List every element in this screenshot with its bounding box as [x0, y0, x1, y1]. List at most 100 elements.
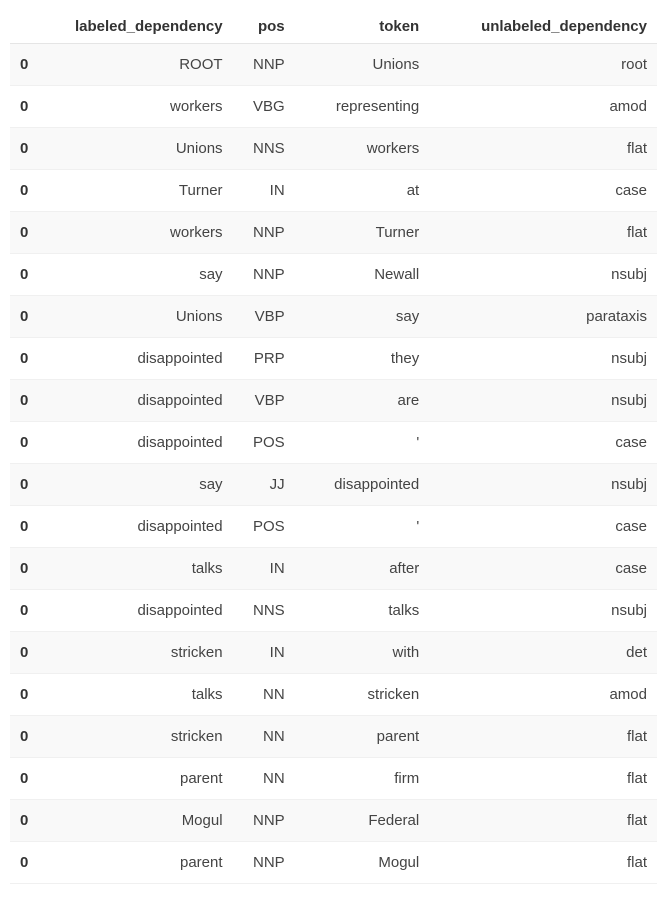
cell-pos: NNP	[233, 212, 295, 254]
cell-labeled-dependency: parent	[41, 842, 233, 884]
cell-unlabeled-dependency: case	[429, 506, 657, 548]
table-row: 0ROOTNNPUnionsroot	[10, 44, 657, 86]
cell-index: 0	[10, 674, 41, 716]
dependency-table: labeled_dependency pos token unlabeled_d…	[10, 10, 657, 884]
table-row: 0sayNNPNewallnsubj	[10, 254, 657, 296]
cell-pos: IN	[233, 632, 295, 674]
cell-labeled-dependency: Mogul	[41, 800, 233, 842]
cell-token: talks	[295, 590, 430, 632]
cell-pos: NN	[233, 716, 295, 758]
cell-labeled-dependency: disappointed	[41, 506, 233, 548]
cell-token: after	[295, 548, 430, 590]
cell-token: Federal	[295, 800, 430, 842]
cell-unlabeled-dependency: nsubj	[429, 464, 657, 506]
cell-index: 0	[10, 632, 41, 674]
cell-token: representing	[295, 86, 430, 128]
cell-unlabeled-dependency: nsubj	[429, 254, 657, 296]
cell-labeled-dependency: stricken	[41, 632, 233, 674]
header-index	[10, 10, 41, 44]
cell-pos: VBP	[233, 380, 295, 422]
cell-unlabeled-dependency: nsubj	[429, 338, 657, 380]
header-pos: pos	[233, 10, 295, 44]
cell-token: parent	[295, 716, 430, 758]
table-row: 0workersNNPTurnerflat	[10, 212, 657, 254]
cell-unlabeled-dependency: case	[429, 548, 657, 590]
cell-labeled-dependency: say	[41, 464, 233, 506]
cell-unlabeled-dependency: flat	[429, 800, 657, 842]
cell-pos: IN	[233, 548, 295, 590]
cell-labeled-dependency: disappointed	[41, 590, 233, 632]
cell-labeled-dependency: say	[41, 254, 233, 296]
table-row: 0talksNNstrickenamod	[10, 674, 657, 716]
cell-unlabeled-dependency: case	[429, 422, 657, 464]
cell-token: workers	[295, 128, 430, 170]
cell-unlabeled-dependency: nsubj	[429, 590, 657, 632]
table-header-row: labeled_dependency pos token unlabeled_d…	[10, 10, 657, 44]
cell-unlabeled-dependency: flat	[429, 212, 657, 254]
table-row: 0talksINaftercase	[10, 548, 657, 590]
cell-index: 0	[10, 254, 41, 296]
cell-token: Turner	[295, 212, 430, 254]
cell-index: 0	[10, 338, 41, 380]
table-row: 0TurnerINatcase	[10, 170, 657, 212]
cell-index: 0	[10, 86, 41, 128]
cell-labeled-dependency: ROOT	[41, 44, 233, 86]
cell-pos: POS	[233, 506, 295, 548]
cell-unlabeled-dependency: flat	[429, 758, 657, 800]
cell-pos: NNP	[233, 842, 295, 884]
table-body: 0ROOTNNPUnionsroot0workersVBGrepresentin…	[10, 44, 657, 884]
cell-labeled-dependency: workers	[41, 212, 233, 254]
cell-labeled-dependency: stricken	[41, 716, 233, 758]
cell-index: 0	[10, 506, 41, 548]
cell-pos: NNP	[233, 254, 295, 296]
cell-index: 0	[10, 590, 41, 632]
cell-index: 0	[10, 422, 41, 464]
cell-pos: VBP	[233, 296, 295, 338]
cell-unlabeled-dependency: flat	[429, 716, 657, 758]
cell-pos: NN	[233, 674, 295, 716]
cell-labeled-dependency: talks	[41, 674, 233, 716]
table-row: 0disappointedVBParensubj	[10, 380, 657, 422]
cell-pos: PRP	[233, 338, 295, 380]
cell-token: they	[295, 338, 430, 380]
cell-index: 0	[10, 464, 41, 506]
cell-unlabeled-dependency: root	[429, 44, 657, 86]
cell-index: 0	[10, 212, 41, 254]
cell-unlabeled-dependency: case	[429, 170, 657, 212]
cell-pos: NNS	[233, 590, 295, 632]
cell-unlabeled-dependency: flat	[429, 128, 657, 170]
cell-index: 0	[10, 716, 41, 758]
cell-unlabeled-dependency: det	[429, 632, 657, 674]
table-row: 0parentNNPMogulflat	[10, 842, 657, 884]
cell-token: '	[295, 422, 430, 464]
cell-unlabeled-dependency: amod	[429, 674, 657, 716]
cell-index: 0	[10, 548, 41, 590]
cell-token: are	[295, 380, 430, 422]
header-token: token	[295, 10, 430, 44]
cell-pos: NNS	[233, 128, 295, 170]
cell-token: firm	[295, 758, 430, 800]
table-row: 0disappointedPRPtheynsubj	[10, 338, 657, 380]
table-row: 0workersVBGrepresentingamod	[10, 86, 657, 128]
cell-index: 0	[10, 758, 41, 800]
cell-token: '	[295, 506, 430, 548]
table-row: 0disappointedPOS'case	[10, 422, 657, 464]
table-row: 0parentNNfirmflat	[10, 758, 657, 800]
cell-token: at	[295, 170, 430, 212]
cell-labeled-dependency: Unions	[41, 128, 233, 170]
cell-index: 0	[10, 842, 41, 884]
cell-pos: POS	[233, 422, 295, 464]
cell-index: 0	[10, 44, 41, 86]
cell-token: with	[295, 632, 430, 674]
cell-unlabeled-dependency: nsubj	[429, 380, 657, 422]
cell-labeled-dependency: disappointed	[41, 422, 233, 464]
cell-token: say	[295, 296, 430, 338]
cell-pos: NNP	[233, 44, 295, 86]
cell-index: 0	[10, 128, 41, 170]
cell-labeled-dependency: workers	[41, 86, 233, 128]
cell-pos: NNP	[233, 800, 295, 842]
cell-token: stricken	[295, 674, 430, 716]
table-row: 0strickenNNparentflat	[10, 716, 657, 758]
cell-index: 0	[10, 170, 41, 212]
cell-labeled-dependency: talks	[41, 548, 233, 590]
